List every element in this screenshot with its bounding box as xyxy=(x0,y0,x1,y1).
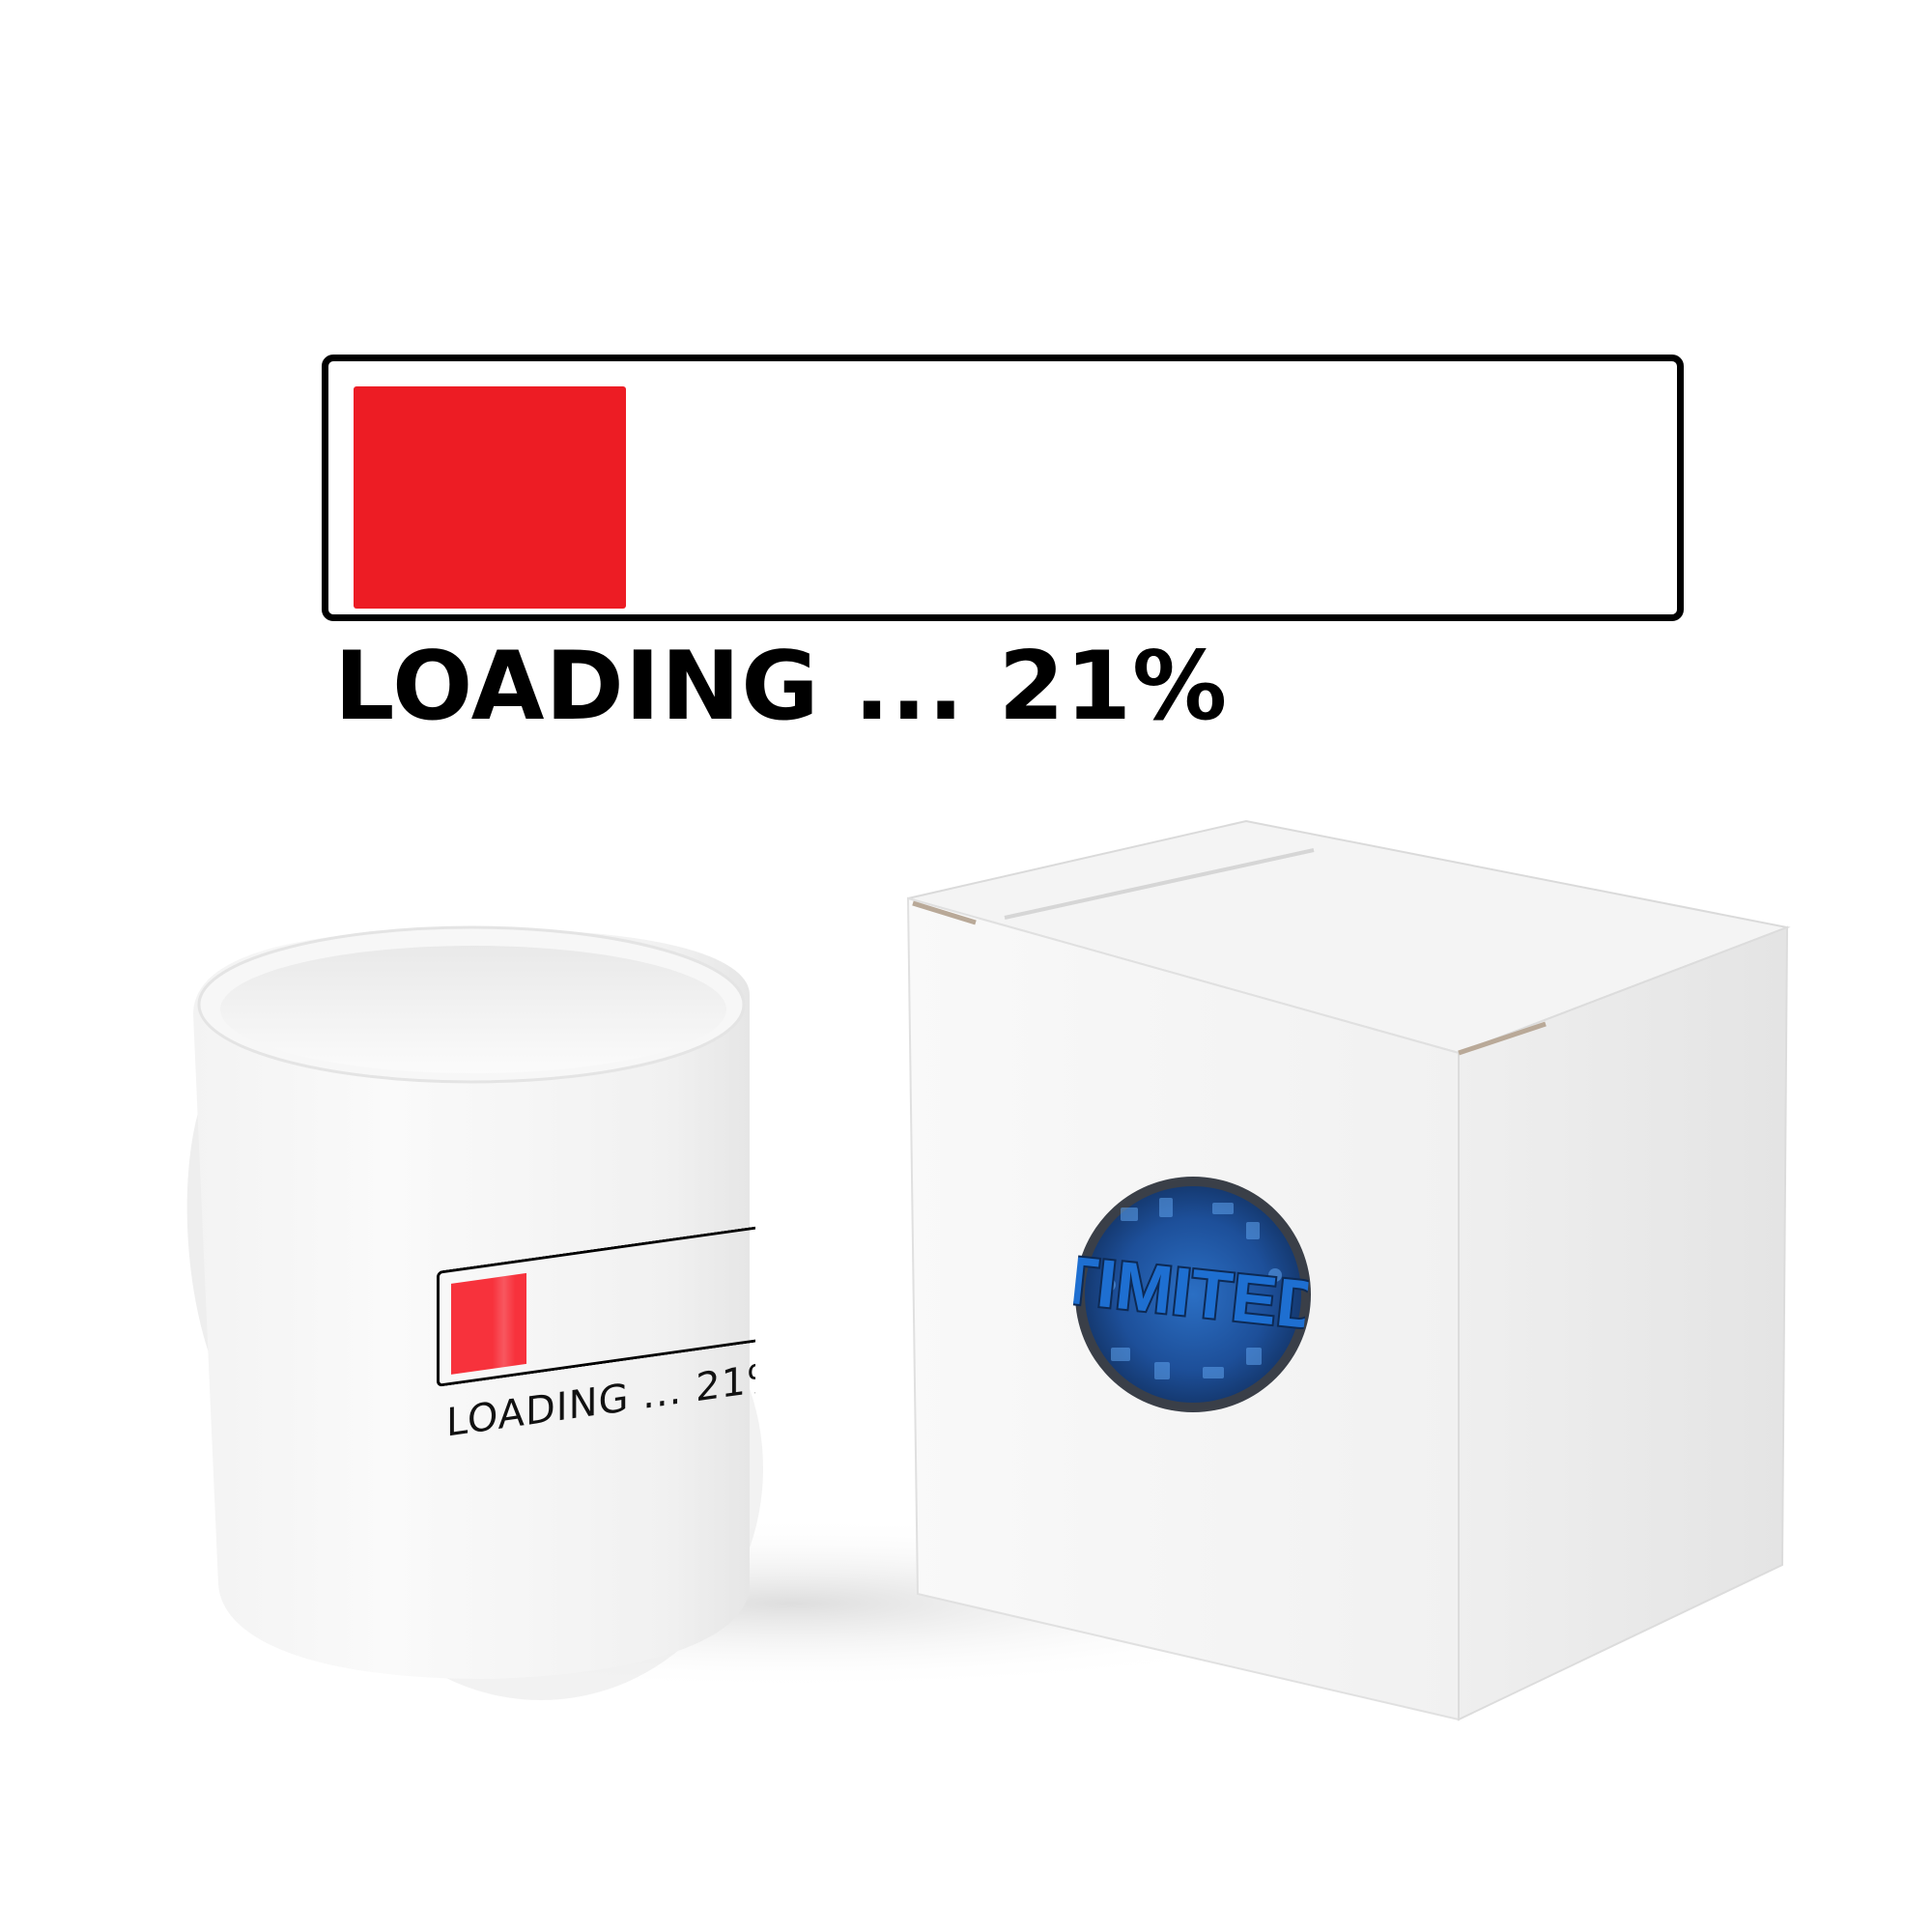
mug-print: LOADING ... 21% xyxy=(437,1134,755,1468)
mug-and-box-illustration xyxy=(186,819,1791,1721)
mug-progress-bar xyxy=(437,1222,755,1387)
loading-progress-bar xyxy=(322,355,1684,621)
logo-wordmark: TIMITED xyxy=(1070,1241,1312,1345)
loading-word: LOADING xyxy=(334,632,820,742)
mug-opening xyxy=(220,946,726,1073)
mug-loading-dots: ... xyxy=(629,1366,696,1420)
progress-bar-fill xyxy=(354,386,626,609)
loading-percent: 21% xyxy=(998,632,1229,742)
mug-loading-percent: 21% xyxy=(696,1353,755,1411)
mug-progress-fill xyxy=(451,1272,526,1375)
loading-label: LOADING ... 21% xyxy=(334,639,1228,734)
box-side xyxy=(1458,925,1789,1721)
loading-dots: ... xyxy=(819,632,999,742)
product-photo: LOADING ... 21% LOADING ... 21% TIMITED xyxy=(0,0,1932,1932)
mug-loading-word: LOADING xyxy=(446,1375,630,1446)
